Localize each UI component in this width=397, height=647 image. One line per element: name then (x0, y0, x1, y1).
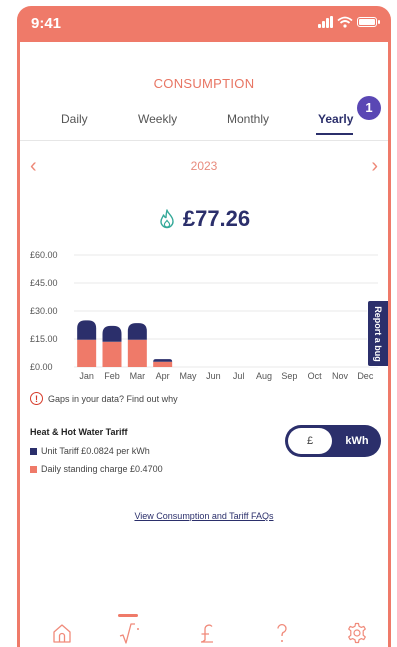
next-year-chevron-icon[interactable]: › (371, 156, 378, 176)
x-tick-label: Dec (357, 371, 374, 381)
active-tab-indicator (316, 133, 353, 135)
y-tick-label: £15.00 (30, 334, 58, 344)
selected-year: 2023 (190, 159, 218, 173)
bar-segment-unit-tariff (153, 359, 173, 362)
x-tick-label: Jul (233, 371, 245, 381)
battery-icon (357, 17, 380, 27)
warning-icon: ! (30, 392, 43, 405)
pound-icon[interactable] (195, 621, 219, 645)
x-tick-label: Sep (281, 371, 297, 381)
tab-yearly[interactable]: Yearly (318, 112, 353, 126)
status-bar: 9:41 (17, 6, 391, 42)
x-tick-label: Jun (206, 371, 221, 381)
standing-charge-swatch (30, 465, 37, 473)
toggle-gbp-option[interactable]: £ (288, 428, 332, 454)
y-tick-label: £0.00 (30, 362, 53, 372)
tab-weekly[interactable]: Weekly (138, 112, 177, 126)
faq-link[interactable]: View Consumption and Tariff FAQs (20, 511, 388, 521)
tab-monthly[interactable]: Monthly (227, 112, 269, 126)
consumption-screen: CONSUMPTION Daily Weekly Monthly Yearly … (20, 42, 388, 647)
toggle-kwh-option[interactable]: kWh (337, 428, 377, 454)
wifi-icon (337, 16, 353, 28)
unit-toggle[interactable]: £ kWh (285, 425, 381, 457)
home-icon[interactable] (50, 621, 74, 645)
consumption-icon[interactable] (117, 621, 141, 645)
page-title: CONSUMPTION (153, 76, 255, 91)
x-tick-label: Feb (104, 371, 120, 381)
nav-active-indicator (118, 614, 138, 617)
gaps-text: Gaps in your data? Find out why (48, 393, 178, 404)
x-tick-label: Nov (332, 371, 349, 381)
bar-segment-daily-standing-charge (153, 361, 173, 367)
signal-icon (318, 16, 333, 28)
bar-segment-daily-standing-charge (127, 339, 147, 367)
report-bug-button[interactable]: Report a bug (367, 300, 388, 367)
y-tick-label: £45.00 (30, 278, 58, 288)
status-icons (318, 16, 380, 28)
bar-segment-daily-standing-charge (102, 341, 122, 367)
unit-tariff-swatch (30, 447, 37, 455)
step-badge: 1 (357, 96, 381, 120)
bar-segment-unit-tariff (102, 325, 122, 342)
bottom-nav (20, 614, 388, 647)
report-bug-label: Report a bug (373, 305, 383, 362)
y-tick-label: £30.00 (30, 306, 58, 316)
x-tick-label: Oct (308, 371, 323, 381)
y-tick-label: £60.00 (30, 250, 58, 260)
unit-tariff-label: Unit Tariff £0.0824 per kWh (41, 446, 150, 456)
tariff-title: Heat & Hot Water Tariff (30, 427, 128, 437)
x-tick-label: Apr (156, 371, 170, 381)
x-tick-label: Aug (256, 371, 272, 381)
standing-charge-label: Daily standing charge £0.4700 (41, 464, 163, 474)
x-tick-label: Mar (130, 371, 146, 381)
total-amount: £77.26 (182, 206, 251, 231)
legend-standing-charge: Daily standing charge £0.4700 (30, 464, 163, 474)
gaps-link[interactable]: ! Gaps in your data? Find out why (30, 392, 178, 405)
tabs-divider (20, 140, 388, 141)
tab-daily[interactable]: Daily (61, 112, 88, 126)
bar-segment-unit-tariff (77, 320, 97, 340)
app-frame: 9:41 CONSUMPTION Daily Weekly Monthly Ye… (17, 6, 391, 647)
flame-icon (160, 209, 174, 229)
help-icon[interactable] (270, 621, 294, 645)
total-amount-row: £77.26 (20, 206, 388, 232)
bar-segment-unit-tariff (127, 323, 147, 340)
legend-unit-tariff: Unit Tariff £0.0824 per kWh (30, 446, 150, 456)
x-tick-label: Jan (79, 371, 94, 381)
period-tabs: Daily Weekly Monthly Yearly (20, 112, 388, 135)
consumption-chart: £60.00 £45.00 £30.00 £15.00 £0.00 Jan Feb Mar Ap… (30, 250, 378, 381)
status-time: 9:41 (31, 15, 62, 32)
x-tick-label: May (179, 371, 197, 381)
settings-icon[interactable] (345, 621, 369, 645)
bar-segment-daily-standing-charge (77, 339, 97, 367)
